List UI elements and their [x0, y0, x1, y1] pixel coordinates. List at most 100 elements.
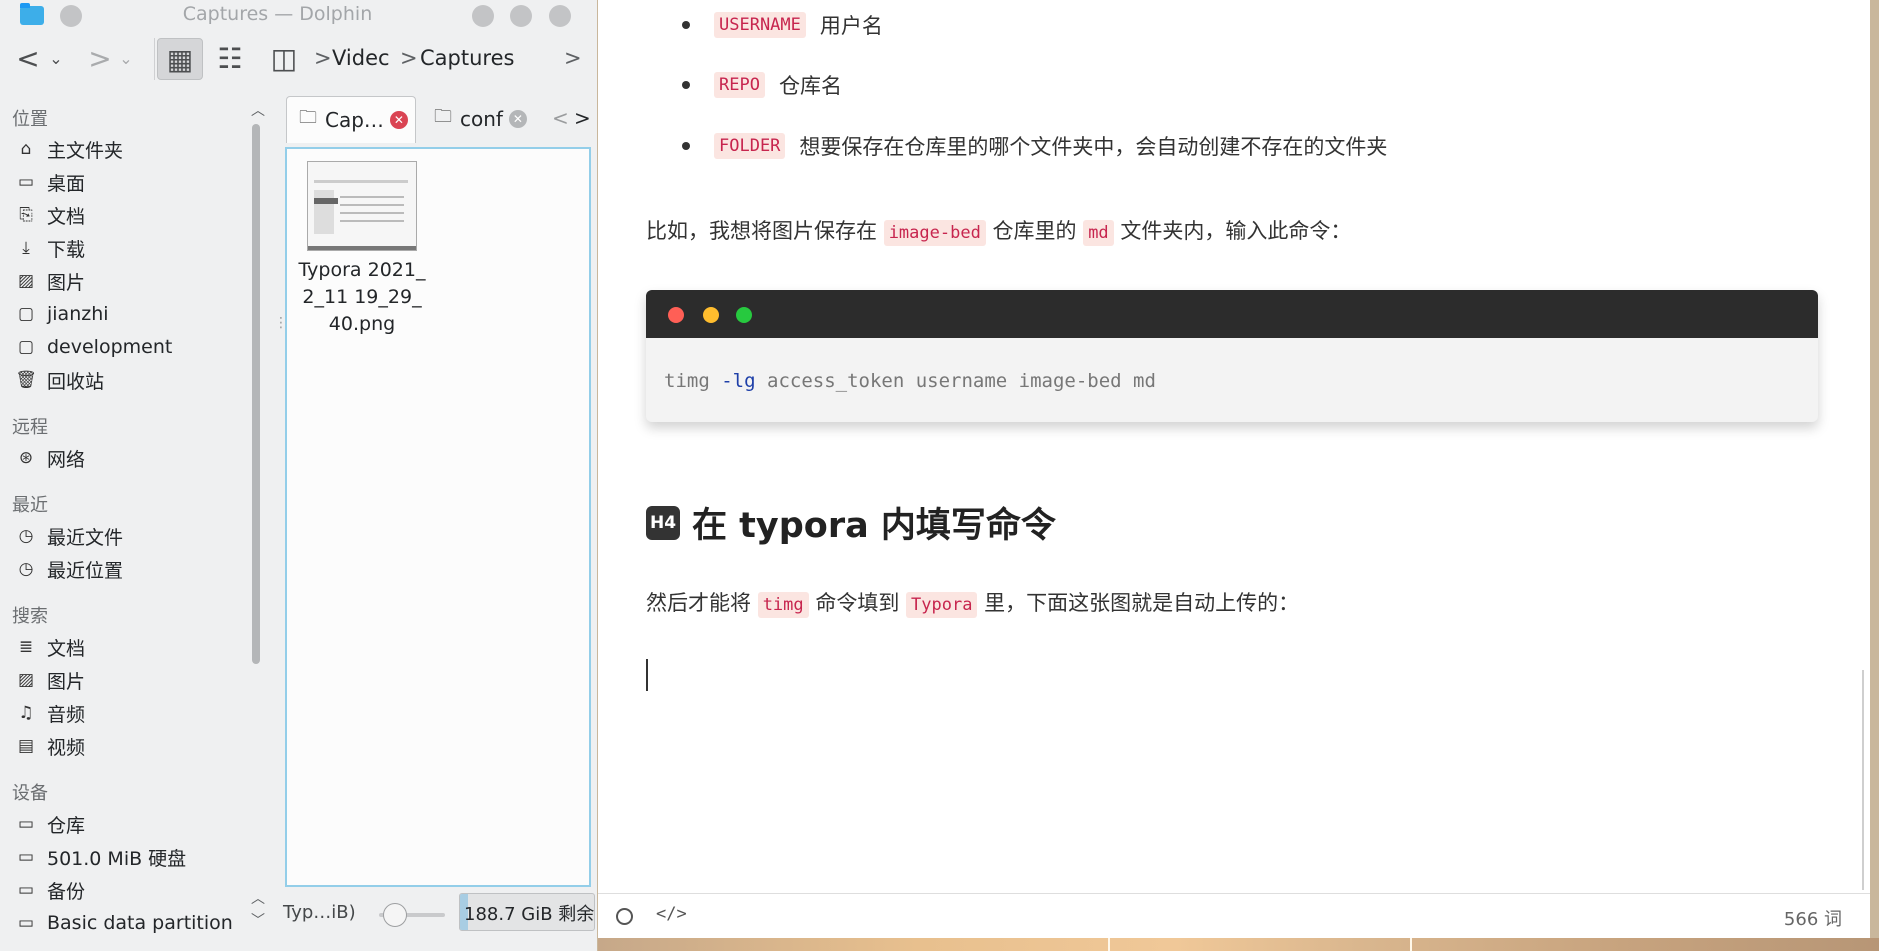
file-name: Typora 2021_2_11 19_29_40.png [298, 259, 426, 335]
window-title: Captures — Dolphin [182, 3, 373, 25]
desktop-icon: ▭ [17, 172, 35, 192]
tab-conf[interactable]: 🗀 conf ✕ [422, 96, 542, 142]
place-label: 网络 [47, 448, 86, 471]
chevron-down-icon: ⌄ [49, 48, 63, 68]
device-disk[interactable]: ▭ 501.0 MiB 硬盘 [15, 842, 186, 872]
free-space-text: 188.7 GiB 剩余 [464, 904, 595, 925]
outline-toggle-icon[interactable] [616, 908, 633, 925]
place-label: 视频 [47, 736, 86, 759]
places-panel: 位置 ⌂ 主文件夹 ▭ 桌面 ⎘ 文档 ⤓ 下载 ▨ 图片 ▢ jianzhi ▢ devel… [5, 92, 272, 938]
back-button[interactable]: < [14, 38, 42, 78]
place-pictures[interactable]: ▨ 图片 [15, 266, 85, 296]
toolbar: < ⌄ > ⌄ ▦ ☷ ◫ > Videc > Captures > [0, 32, 597, 87]
place-network[interactable]: ⊛ 网络 [15, 443, 85, 473]
code-args: access_token username image-bed md [767, 370, 1156, 392]
toolbar-overflow-button[interactable]: > [564, 46, 582, 70]
inline-code: timg [757, 592, 809, 618]
chevron-down-icon: ⌄ [119, 48, 133, 68]
forward-history-dropdown[interactable]: ⌄ [116, 38, 136, 78]
close-tab-icon[interactable]: ✕ [389, 111, 408, 129]
recent-locations-icon: ◷ [18, 559, 34, 579]
icons-view-button[interactable]: ▦ [157, 38, 203, 80]
details-view-button[interactable]: ☷ [210, 38, 250, 78]
split-view-icon: ◫ [270, 41, 298, 75]
code-line: timg -lg access_token username image-bed… [664, 370, 1156, 392]
word-count[interactable]: 566 词 [1784, 905, 1842, 931]
scroll-up-icon[interactable]: ︿ [251, 888, 265, 908]
close-window-button[interactable] [549, 5, 571, 27]
download-icon: ⤓ [22, 238, 30, 258]
desktop-background [598, 938, 1879, 951]
places-group-title: 最近 [12, 495, 48, 516]
status-text: Typ…iB) [283, 902, 356, 923]
place-recent-locations[interactable]: ◷ 最近位置 [15, 554, 123, 584]
place-label: 文档 [47, 637, 86, 660]
back-history-dropdown[interactable]: ⌄ [46, 38, 66, 78]
zoom-slider-handle[interactable] [383, 903, 407, 927]
place-label: 音频 [47, 703, 86, 726]
place-development[interactable]: ▢ development [15, 332, 172, 362]
typora-window: USERNAME 用户名 REPO 仓库名 FOLDER 想要保存在仓库里的哪个… [598, 0, 1870, 939]
search-audio[interactable]: ♫ 音频 [15, 698, 85, 728]
scrollbar-thumb[interactable] [252, 124, 260, 664]
editor-scrollbar[interactable] [1862, 670, 1864, 890]
place-label: 回收站 [47, 370, 105, 393]
place-desktop[interactable]: ▭ 桌面 [15, 167, 85, 197]
toolbar-separator [154, 38, 155, 80]
place-jianzhi[interactable]: ▢ jianzhi [15, 299, 109, 329]
places-scrollbar[interactable] [249, 116, 263, 816]
list-item: REPO 仓库名 [682, 70, 842, 100]
place-trash[interactable]: 🗑 回收站 [15, 365, 104, 395]
breadcrumb-current[interactable]: Captures [420, 46, 514, 70]
search-pictures[interactable]: ▨ 图片 [15, 665, 85, 695]
tab-scroll-right-icon[interactable]: > [574, 106, 591, 130]
place-label: development [47, 336, 173, 358]
free-space-indicator[interactable]: 188.7 GiB 剩余 [459, 893, 595, 931]
place-label: 图片 [47, 271, 86, 294]
file-item[interactable]: Typora 2021_2_11 19_29_40.png [297, 161, 427, 338]
maximize-button[interactable] [510, 5, 532, 27]
place-label: 图片 [47, 670, 86, 693]
search-video[interactable]: ▤ 视频 [15, 731, 85, 761]
folder-icon: ▢ [17, 304, 35, 324]
source-mode-icon[interactable]: </> [656, 904, 687, 924]
inline-code: FOLDER [714, 133, 786, 159]
device-basic-data[interactable]: ▭ Basic data partition [15, 908, 233, 938]
split-view-button[interactable]: ◫ [264, 38, 304, 78]
place-downloads[interactable]: ⤓ 下载 [15, 233, 85, 263]
device-backup[interactable]: ▭ 备份 [15, 875, 85, 905]
minimize-button[interactable] [472, 5, 494, 27]
editor-document[interactable]: USERNAME 用户名 REPO 仓库名 FOLDER 想要保存在仓库里的哪个… [598, 0, 1870, 893]
green-dot-icon [736, 307, 752, 323]
search-documents[interactable]: ≣ 文档 [15, 632, 85, 662]
close-tab-icon[interactable]: ✕ [508, 110, 527, 128]
network-icon: ⊛ [18, 448, 34, 468]
place-documents[interactable]: ⎘ 文档 [15, 200, 85, 230]
device-repo[interactable]: ▭ 仓库 [15, 809, 85, 839]
bullet-dot [682, 21, 690, 29]
folder-icon: 🗀 [299, 107, 317, 128]
tab-captures[interactable]: 🗀 Cap… ✕ [286, 96, 416, 143]
places-group-title: 远程 [12, 417, 48, 438]
panel-splitter[interactable] [274, 90, 288, 940]
code-command: timg [664, 370, 710, 392]
place-home[interactable]: ⌂ 主文件夹 [15, 134, 123, 164]
tab-scroll-left-icon[interactable]: < [552, 106, 569, 130]
place-recent-files[interactable]: ◷ 最近文件 [15, 521, 123, 551]
picture-icon: ▨ [17, 271, 35, 291]
forward-button[interactable]: > [86, 38, 114, 78]
place-label: 备份 [47, 880, 86, 903]
file-view[interactable]: Typora 2021_2_11 19_29_40.png [285, 147, 591, 887]
documents-icon: ⎘ [19, 205, 33, 225]
list-item-text: 仓库名 [778, 74, 842, 98]
place-label: 501.0 MiB 硬盘 [47, 847, 187, 870]
window-menu-button[interactable] [60, 5, 82, 27]
scroll-up-icon[interactable]: ︿ [251, 100, 265, 120]
film-icon: ▤ [17, 736, 35, 756]
code-block[interactable]: timg -lg access_token username image-bed… [646, 290, 1818, 422]
scroll-down-icon[interactable]: ﹀ [251, 910, 265, 930]
drive-icon: ▭ [17, 880, 35, 900]
paragraph-text: 文件夹内，输入此命令： [1120, 219, 1352, 243]
place-label: 最近位置 [47, 559, 124, 582]
breadcrumb-item[interactable]: Videc [332, 46, 390, 70]
